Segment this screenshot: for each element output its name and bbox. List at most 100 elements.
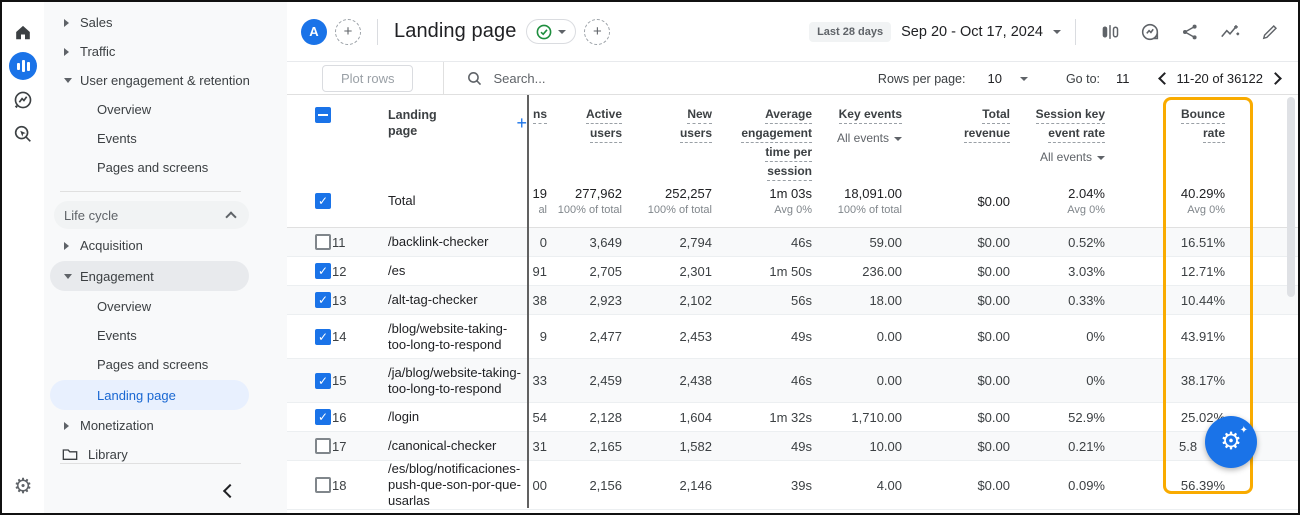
- cell-new_users: 2,794: [622, 235, 712, 250]
- avg-engagement-column-header[interactable]: Averageengagementtime persession: [712, 107, 812, 183]
- row-checkbox-cell: ✓: [287, 292, 331, 308]
- compare-icon[interactable]: [1098, 20, 1122, 44]
- chevron-left-icon: [223, 484, 237, 498]
- row-checkbox[interactable]: ✓: [315, 329, 331, 345]
- prev-page-icon[interactable]: [1158, 72, 1171, 85]
- new-users-column-header[interactable]: Newusers: [622, 107, 712, 145]
- cell-rate: 0%: [1010, 373, 1105, 388]
- trend-sparkle-icon[interactable]: [1218, 20, 1242, 44]
- admin-gear-icon[interactable]: ⚙: [2, 474, 44, 499]
- cell-new_users: 2,146: [622, 478, 712, 493]
- sidebar-item-landing-page[interactable]: Landing page: [50, 380, 249, 410]
- vertical-scrollbar[interactable]: [1287, 97, 1295, 297]
- row-checkbox[interactable]: [315, 477, 331, 493]
- cell-new_users: 2,453: [622, 329, 712, 344]
- sidebar-item-sales[interactable]: Sales: [44, 8, 287, 37]
- cell-bounce: 25.02%: [1105, 410, 1225, 425]
- table-header-row: Landing page + ns Activeusers Newusers A…: [287, 95, 1298, 175]
- rows-per-page-value[interactable]: 10: [987, 71, 1001, 86]
- active-users-column-header[interactable]: Activeusers: [547, 107, 622, 145]
- sidebar-item-events[interactable]: Events: [44, 321, 287, 350]
- reports-active-bubble: [9, 52, 37, 80]
- caret-down-icon: [64, 78, 72, 83]
- add-comparison-button[interactable]: +: [335, 19, 361, 45]
- column-header-line: users: [680, 126, 712, 143]
- cell-avg: 46s: [712, 373, 812, 388]
- goto-input[interactable]: 11: [1116, 71, 1130, 86]
- caret-down-icon: [64, 274, 72, 279]
- sidebar-item-library[interactable]: Library: [44, 440, 287, 469]
- sidebar-item-overview[interactable]: Overview: [44, 95, 287, 124]
- explore-icon[interactable]: [2, 83, 44, 117]
- share-icon[interactable]: [1178, 20, 1202, 44]
- sidebar-item-label: Traffic: [80, 44, 115, 59]
- edit-pencil-icon[interactable]: [1258, 20, 1282, 44]
- sidebar-item-user-engagement-retention[interactable]: User engagement & retention: [44, 66, 287, 95]
- row-checkbox[interactable]: [315, 234, 331, 250]
- sidebar-item-label: User engagement & retention: [80, 73, 250, 88]
- cell-rate: 3.03%: [1010, 264, 1105, 279]
- add-dimension-icon[interactable]: +: [516, 115, 527, 131]
- row-checkbox[interactable]: ✓: [315, 292, 331, 308]
- row-checkbox[interactable]: ✓: [315, 263, 331, 279]
- sidebar-item-overview[interactable]: Overview: [44, 292, 287, 321]
- report-status-pill[interactable]: [526, 19, 576, 44]
- sidebar-item-label: Pages and screens: [97, 357, 208, 372]
- next-page-icon[interactable]: [1269, 72, 1282, 85]
- avatar[interactable]: A: [301, 19, 327, 45]
- landing-page-column-header[interactable]: Landing page +: [388, 107, 527, 139]
- date-chevron-down-icon[interactable]: [1053, 30, 1061, 34]
- total-revenue-column-header[interactable]: Totalrevenue: [902, 107, 1010, 145]
- column-divider-line[interactable]: [527, 95, 529, 508]
- total-row-checkbox[interactable]: ✓: [315, 193, 331, 209]
- sidebar-item-pages-and-screens[interactable]: Pages and screens: [44, 350, 287, 379]
- cell-rev: $0.00: [902, 478, 1010, 493]
- home-icon[interactable]: [2, 15, 44, 49]
- session-key-event-rate-column-header[interactable]: Session keyevent rateAll events: [1010, 107, 1105, 165]
- row-checkbox-cell: [287, 477, 331, 493]
- table-row: ✓16/login542,1281,6041m 32s1,710.00$0.00…: [287, 403, 1298, 432]
- total-value-bounce: 40.29%: [1105, 186, 1225, 201]
- sidebar-item-events[interactable]: Events: [44, 124, 287, 153]
- caret-right-icon: [64, 242, 69, 250]
- all-events-selector[interactable]: All events: [812, 131, 902, 146]
- sidebar-collapse-button[interactable]: [225, 483, 235, 501]
- all-events-label: All events: [837, 131, 889, 146]
- row-checkbox[interactable]: [315, 438, 331, 454]
- row-landing-page: /ja/blog/website-taking-too-long-to-resp…: [388, 365, 527, 397]
- sidebar-item-pages-and-screens[interactable]: Pages and screens: [44, 153, 287, 182]
- assistant-fab-button[interactable]: ⚙ ✦: [1205, 416, 1257, 468]
- sidebar-item-traffic[interactable]: Traffic: [44, 37, 287, 66]
- sidebar-section-life-cycle[interactable]: Life cycle: [54, 201, 249, 229]
- sidebar-item-engagement[interactable]: Engagement: [50, 261, 249, 291]
- bounce-rate-column-header[interactable]: Bouncerate: [1105, 107, 1225, 145]
- advertising-icon[interactable]: [2, 117, 44, 151]
- row-checkbox-cell: ✓: [287, 373, 331, 389]
- add-report-button[interactable]: +: [584, 19, 610, 45]
- rows-per-page-label: Rows per page:: [878, 72, 966, 86]
- chevron-down-icon: [558, 30, 566, 34]
- reports-icon[interactable]: [2, 49, 44, 83]
- select-all-checkbox[interactable]: [315, 107, 331, 123]
- row-checkbox-cell: ✓: [287, 329, 331, 345]
- row-checkbox[interactable]: ✓: [315, 409, 331, 425]
- insights-icon[interactable]: [1138, 20, 1162, 44]
- plot-rows-button[interactable]: Plot rows: [322, 65, 413, 92]
- row-landing-page: /canonical-checker: [388, 438, 527, 454]
- cell-bounce: 16.51%: [1105, 235, 1225, 250]
- toolbar-divider: [443, 62, 444, 95]
- key-events-column-header[interactable]: Key eventsAll events: [812, 107, 902, 146]
- row-checkbox[interactable]: ✓: [315, 373, 331, 389]
- column-header-line: event rate: [1048, 126, 1105, 143]
- sidebar-item-monetization[interactable]: Monetization: [44, 411, 287, 440]
- search-input[interactable]: [493, 71, 793, 86]
- total-value-new_users: 252,257: [622, 186, 712, 201]
- rows-per-page-chevron-icon[interactable]: [1020, 77, 1028, 81]
- sessions-column-fragment[interactable]: ns: [527, 107, 547, 126]
- total-sub-bounce: Avg 0%: [1105, 204, 1225, 216]
- date-range-value[interactable]: Sep 20 - Oct 17, 2024: [901, 24, 1043, 40]
- all-events-selector[interactable]: All events: [1010, 150, 1105, 165]
- sidebar-item-acquisition[interactable]: Acquisition: [44, 231, 287, 260]
- cell-avg: 1m 50s: [712, 264, 812, 279]
- column-header-line: revenue: [964, 126, 1010, 143]
